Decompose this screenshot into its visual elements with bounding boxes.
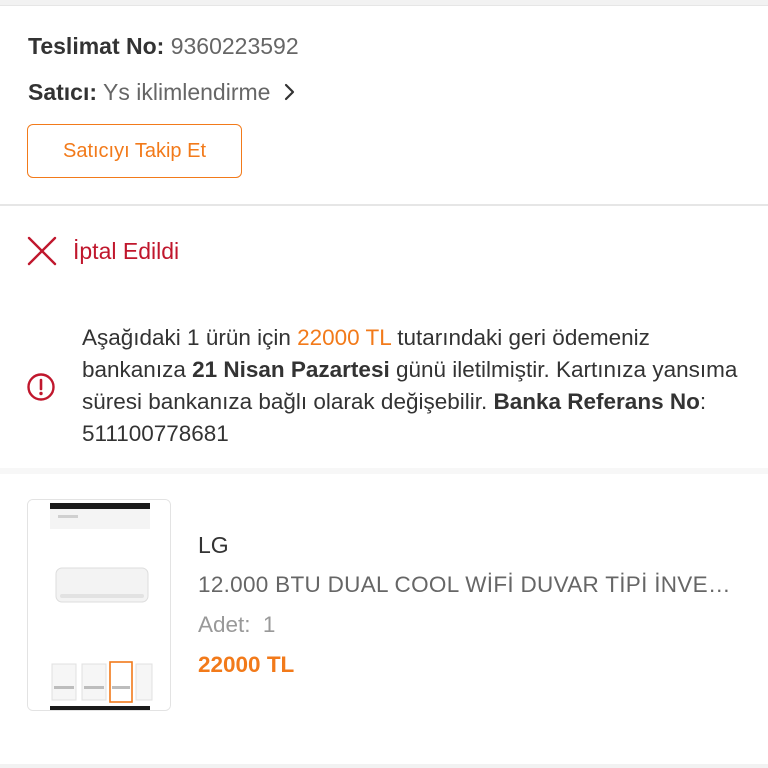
- quantity-value: 1: [262, 612, 276, 637]
- order-status-section: İptal Edildi Aşağıdaki 1 ürün için 22000…: [0, 206, 768, 468]
- delivery-number: 9360223592: [170, 33, 299, 59]
- chevron-right-icon: [284, 83, 294, 101]
- bank-reference-label: Banka Referans No: [493, 389, 700, 414]
- air-conditioner-image: [28, 500, 170, 710]
- seller-section: Teslimat No: 9360223592 Satıcı: Ys iklim…: [0, 6, 768, 206]
- refund-info-text: Aşağıdaki 1 ürün için 22000 TL tutarında…: [82, 322, 742, 450]
- product-brand: LG: [198, 532, 229, 558]
- quantity-label: Adet:: [198, 612, 251, 637]
- bottom-divider: [0, 764, 768, 768]
- close-x-icon: [27, 236, 57, 266]
- refund-amount: 22000 TL: [297, 325, 391, 350]
- refund-text-part1: Aşağıdaki 1 ürün için: [82, 325, 298, 350]
- cancel-status: İptal Edildi: [26, 234, 179, 268]
- seller-name: Ys iklimlendirme: [103, 79, 271, 105]
- seller-link[interactable]: Satıcı: Ys iklimlendirme: [28, 77, 297, 107]
- product-name: 12.000 BTU DUAL COOL WİFİ DUVAR TİPİ İNV…: [198, 572, 743, 597]
- info-circle-icon: [27, 373, 55, 401]
- product-image[interactable]: [27, 499, 171, 711]
- delivery-label: Teslimat No:: [28, 33, 165, 59]
- bank-reference-number: 511100778681: [82, 421, 229, 446]
- seller-label: Satıcı:: [28, 79, 98, 105]
- product-quantity: Adet: 1: [198, 612, 275, 638]
- follow-seller-button[interactable]: Satıcıyı Takip Et: [27, 124, 242, 178]
- status-text: İptal Edildi: [73, 237, 180, 264]
- delivery-number-row: Teslimat No: 9360223592: [28, 31, 299, 61]
- product-price: 22000 TL: [198, 652, 295, 677]
- product-item[interactable]: LG 12.000 BTU DUAL COOL WİFİ DUVAR TİPİ …: [0, 474, 768, 764]
- refund-date: 21 Nisan Pazartesi: [192, 357, 390, 382]
- bank-reference-separator: :: [699, 389, 707, 414]
